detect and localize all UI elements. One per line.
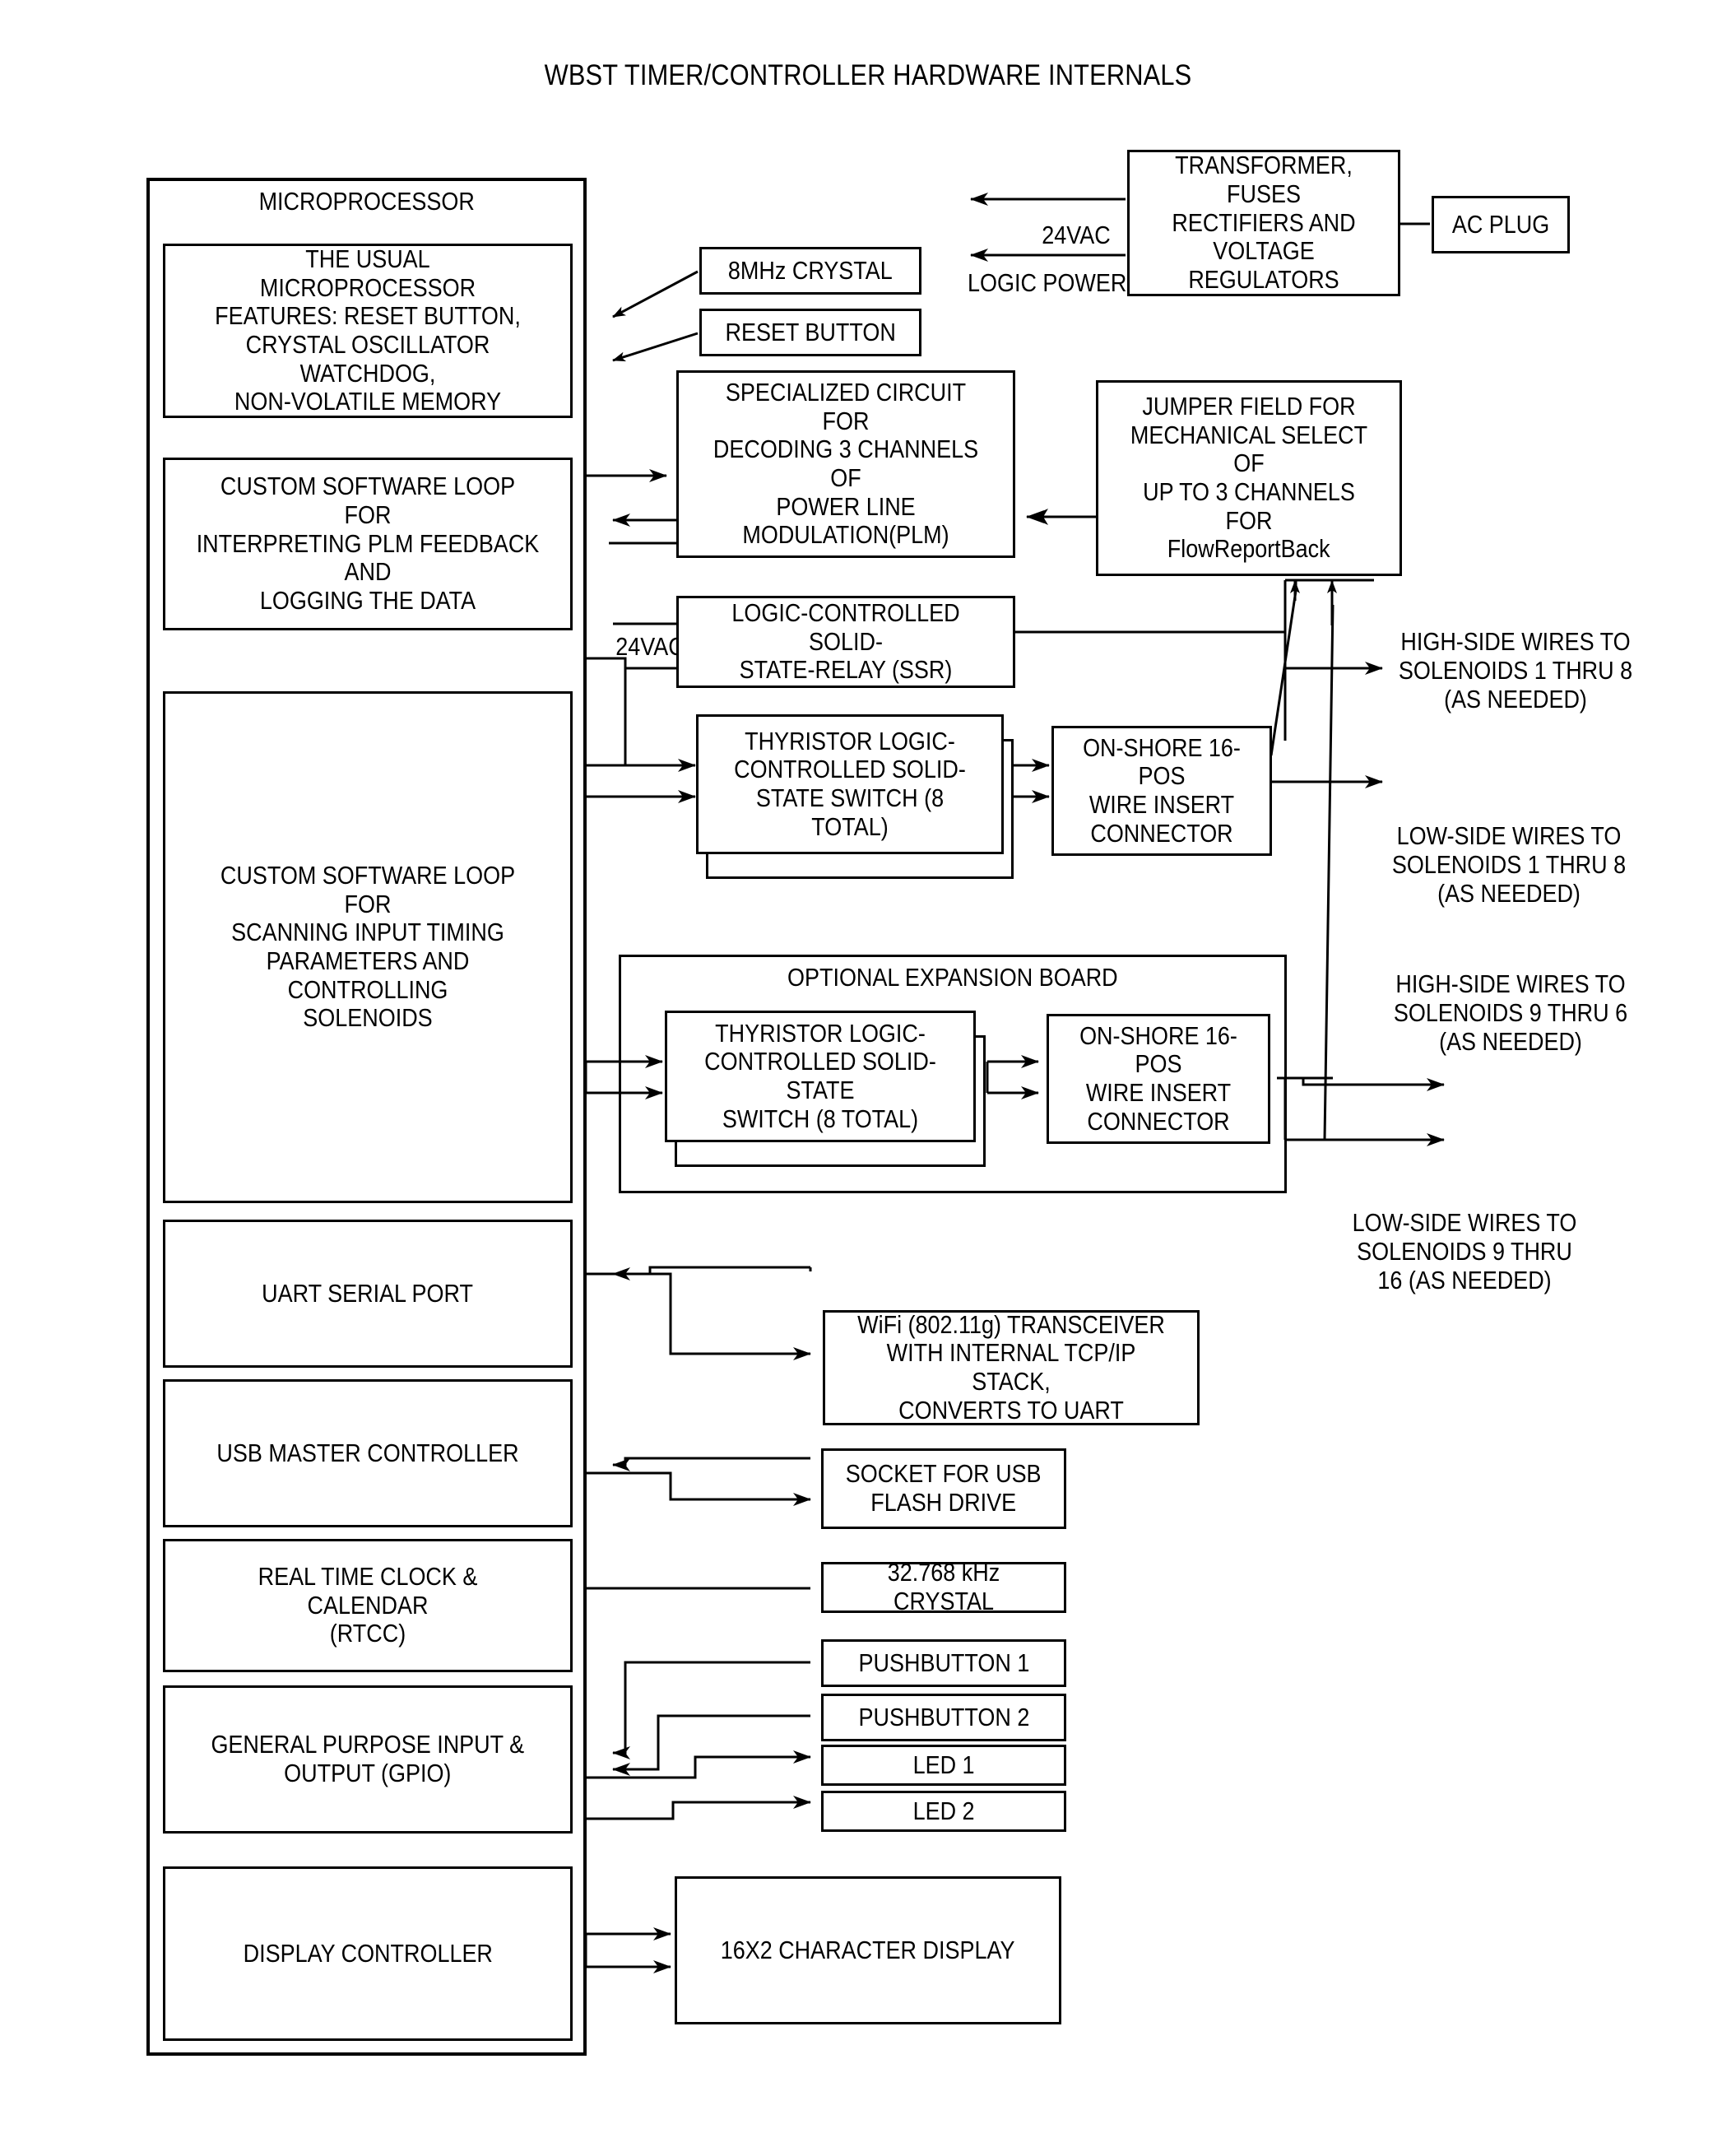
box-connector-main[interactable]: ON-SHORE 16-POS WIRE INSERT CONNECTOR — [1051, 726, 1272, 856]
box-pushbutton-1[interactable]: PUSHBUTTON 1 — [821, 1639, 1066, 1687]
box-wifi-transceiver[interactable]: WiFi (802.11g) TRANSCEIVER WITH INTERNAL… — [823, 1310, 1200, 1425]
box-transformer-supply[interactable]: TRANSFORMER, FUSES RECTIFIERS AND VOLTAG… — [1127, 150, 1400, 296]
box-8mhz-crystal[interactable]: 8MHz CRYSTAL — [699, 247, 921, 295]
block-uart-serial-port[interactable]: UART SERIAL PORT — [163, 1220, 573, 1368]
jumper-to-plm-arrow — [1026, 509, 1098, 525]
label-logic-power: LOGIC POWER — [968, 268, 1127, 298]
box-reset-button[interactable]: RESET BUTTON — [699, 309, 921, 356]
block-rtcc[interactable]: REAL TIME CLOCK & CALENDAR (RTCC) — [163, 1539, 573, 1672]
box-jumper-field[interactable]: JUMPER FIELD FOR MECHANICAL SELECT OF UP… — [1096, 380, 1402, 576]
box-thyristor-main[interactable]: THYRISTOR LOGIC- CONTROLLED SOLID- STATE… — [696, 714, 1004, 854]
label-high-side-9-16: HIGH-SIDE WIRES TO SOLENOIDS 9 THRU 6 (A… — [1393, 969, 1628, 1056]
box-ac-plug[interactable]: AC PLUG — [1432, 196, 1570, 253]
jumper-field-flowreportback: FlowReportBack — [1167, 534, 1330, 564]
box-plm-decoder[interactable]: SPECIALIZED CIRCUIT FOR DECODING 3 CHANN… — [676, 370, 1015, 558]
box-led-2[interactable]: LED 2 — [821, 1791, 1066, 1832]
box-pushbutton-2[interactable]: PUSHBUTTON 2 — [821, 1694, 1066, 1741]
block-usual-features[interactable]: THE USUAL MICROPROCESSOR FEATURES: RESET… — [163, 244, 573, 418]
box-thyristor-exp[interactable]: THYRISTOR LOGIC- CONTROLLED SOLID-STATE … — [665, 1011, 976, 1142]
jumper-field-lines: JUMPER FIELD FOR MECHANICAL SELECT OF UP… — [1130, 391, 1368, 535]
block-plm-software-loop[interactable]: CUSTOM SOFTWARE LOOP FOR INTERPRETING PL… — [163, 458, 573, 630]
box-led-1[interactable]: LED 1 — [821, 1745, 1066, 1786]
block-usb-master-controller[interactable]: USB MASTER CONTROLLER — [163, 1379, 573, 1527]
diagram-canvas: WBST TIMER/CONTROLLER HARDWARE INTERNALS — [0, 0, 1736, 2138]
box-32768-crystal[interactable]: 32.768 kHz CRYSTAL — [821, 1558, 1066, 1615]
label-high-side-1-8: HIGH-SIDE WIRES TO SOLENOIDS 1 THRU 8 (A… — [1398, 627, 1633, 713]
box-character-display[interactable]: 16X2 CHARACTER DISPLAY — [675, 1876, 1061, 2024]
microprocessor-heading: MICROPROCESSOR — [258, 187, 475, 216]
block-scanning-software-loop[interactable]: CUSTOM SOFTWARE LOOP FOR SCANNING INPUT … — [163, 691, 573, 1203]
label-low-side-9-16: LOW-SIDE WIRES TO SOLENOIDS 9 THRU 16 (A… — [1352, 1208, 1577, 1294]
box-connector-exp[interactable]: ON-SHORE 16-POS WIRE INSERT CONNECTOR — [1047, 1014, 1270, 1144]
box-ssr[interactable]: LOGIC-CONTROLLED SOLID- STATE-RELAY (SSR… — [676, 596, 1015, 688]
box-usb-flash-socket[interactable]: SOCKET FOR USB FLASH DRIVE — [821, 1448, 1066, 1529]
block-gpio[interactable]: GENERAL PURPOSE INPUT & OUTPUT (GPIO) — [163, 1685, 573, 1834]
block-display-controller[interactable]: DISPLAY CONTROLLER — [163, 1866, 573, 2041]
